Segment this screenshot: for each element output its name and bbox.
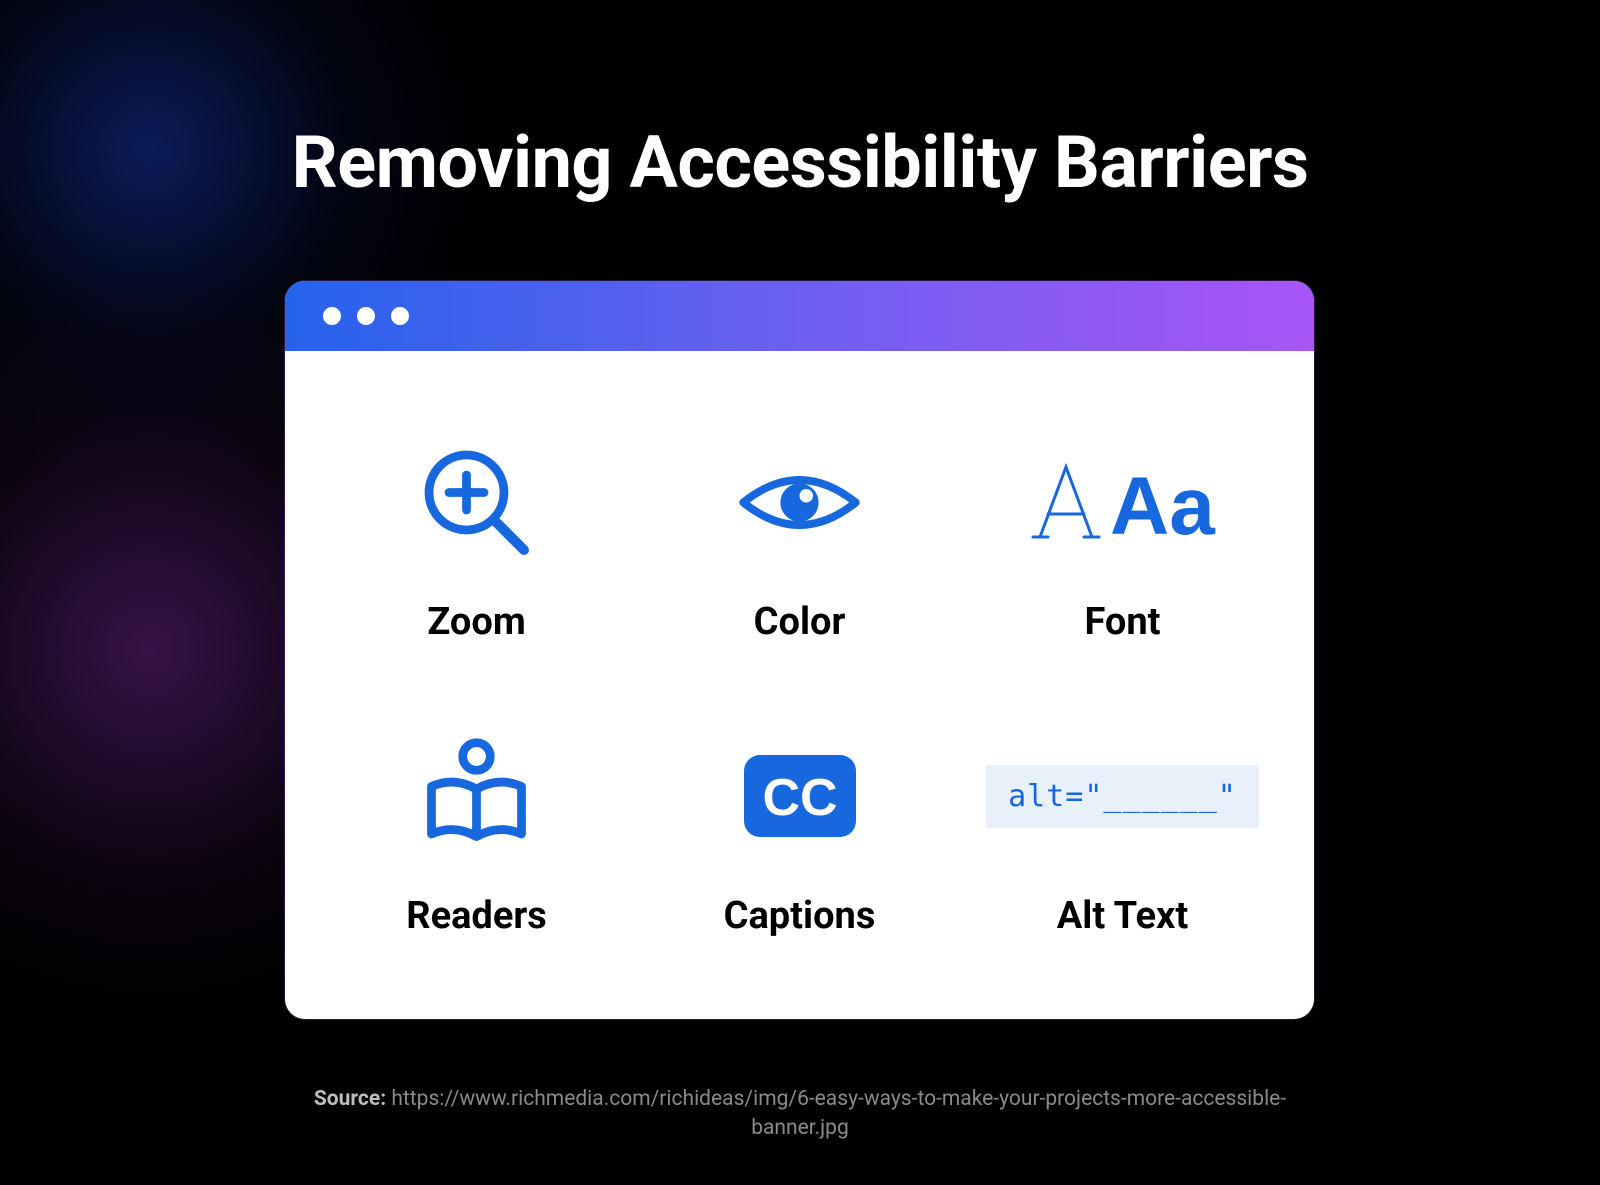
page-title: Removing Accessibility Barriers bbox=[0, 120, 1600, 205]
feature-label-font: Font bbox=[1084, 600, 1160, 644]
feature-cell-color: Color bbox=[648, 411, 951, 675]
feature-label-readers: Readers bbox=[406, 894, 547, 938]
window-card: Zoom Color bbox=[285, 281, 1314, 1019]
feature-cell-captions: CC Captions bbox=[648, 705, 951, 969]
feature-label-zoom: Zoom bbox=[427, 600, 526, 644]
source-prefix: Source: bbox=[314, 1087, 391, 1111]
zoom-in-icon bbox=[414, 442, 539, 562]
font-size-icon: Aa bbox=[1018, 442, 1228, 562]
feature-label-captions: Captions bbox=[724, 894, 876, 938]
window-header bbox=[285, 281, 1314, 351]
feature-cell-zoom: Zoom bbox=[325, 411, 628, 675]
feature-cell-readers: Readers bbox=[325, 705, 628, 969]
feature-grid: Zoom Color bbox=[285, 351, 1314, 1019]
svg-text:CC: CC bbox=[762, 769, 837, 827]
reader-icon bbox=[414, 736, 539, 856]
window-dot bbox=[357, 307, 375, 325]
alt-text-icon: alt="______" bbox=[986, 736, 1259, 856]
source-citation: Source: https://www.richmedia.com/richid… bbox=[0, 1085, 1600, 1144]
window-dot bbox=[323, 307, 341, 325]
closed-captions-icon: CC bbox=[740, 736, 860, 856]
source-url: https://www.richmedia.com/richideas/img/… bbox=[391, 1087, 1286, 1140]
alt-text-sample: alt="______" bbox=[986, 765, 1259, 828]
window-dot bbox=[391, 307, 409, 325]
feature-label-color: Color bbox=[754, 600, 846, 644]
eye-icon bbox=[732, 442, 867, 562]
svg-text:Aa: Aa bbox=[1110, 461, 1216, 552]
feature-cell-font: Aa Font bbox=[971, 411, 1274, 675]
feature-cell-alttext: alt="______" Alt Text bbox=[971, 705, 1274, 969]
feature-label-alttext: Alt Text bbox=[1057, 894, 1188, 938]
